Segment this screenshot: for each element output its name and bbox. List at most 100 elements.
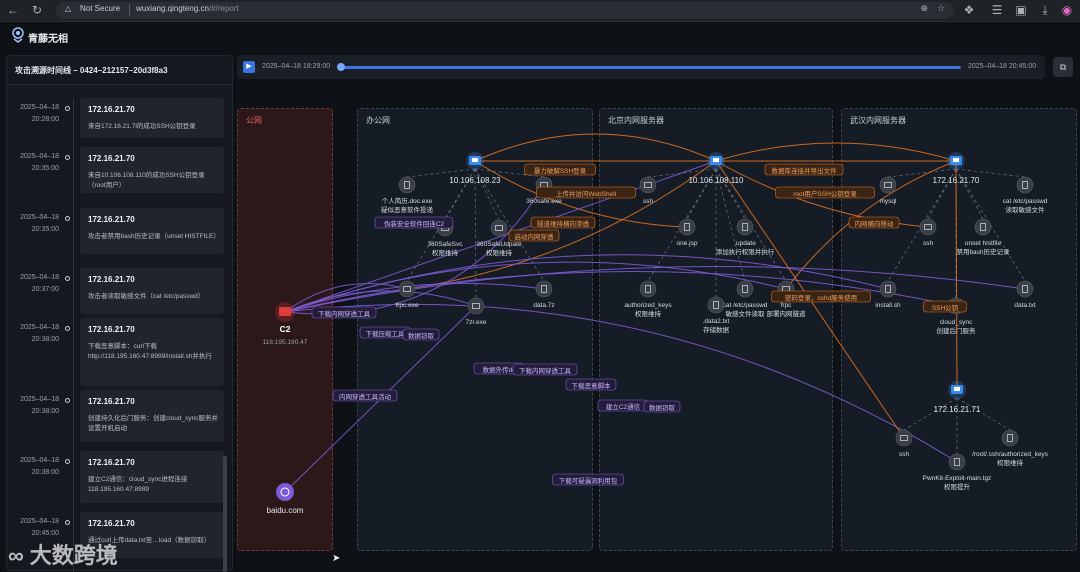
artifact-label: 权限维持 (635, 309, 662, 318)
edge-label: 内网穿透工具活动 (339, 392, 392, 401)
divider (7, 84, 232, 85)
event-desc: 攻击者禁用bash历史记录（unset HISTFILE） (88, 233, 220, 240)
artifact-label: 权限维持 (432, 248, 459, 257)
back-icon[interactable]: ← (6, 3, 20, 17)
artifact-label: .data2.txt (703, 318, 730, 325)
event-time: 20:45:00 (31, 530, 59, 537)
artifact-label: 敏感文件读取 (726, 309, 766, 318)
edge-label: 内网横向移动 (855, 219, 895, 228)
warning-icon[interactable]: △ (65, 4, 71, 13)
event-card[interactable]: 172.16.21.70 攻击者读取敏感文件（cat /etc/passwd） (80, 268, 224, 314)
artifact-label: 权限维持 (486, 248, 513, 257)
timeline-dot (65, 216, 70, 221)
time-slider-track[interactable] (341, 66, 961, 69)
domain-name: baidu.com (267, 506, 304, 515)
event-desc: 下载恶意脚本：curl下载http://118.195.160.47:8999/… (88, 343, 212, 360)
artifact-node: ssh (639, 176, 657, 205)
artifact-label: authorized_keys (624, 302, 672, 309)
bookmark-star-icon[interactable]: ☆ (937, 3, 945, 14)
qingteng-logo-icon (12, 27, 24, 43)
artifact-label: /root/.ssh/authorized_keys (972, 451, 1049, 458)
reload-icon[interactable]: ↻ (30, 3, 44, 17)
file-icon (879, 280, 897, 298)
screen-icon (713, 158, 719, 162)
host-ip: 172.16.21.71 (934, 405, 981, 414)
artifact-label: mysql (880, 198, 898, 205)
artifact-label: 7zr.exe (466, 319, 487, 326)
timeline-axis (73, 98, 74, 572)
artifact-node: 个人简历.doc.exe疑似恶意软件投递 (381, 176, 434, 214)
artifact-label: cloud_sync (940, 319, 973, 326)
timeline-dot (65, 155, 70, 160)
artifact-node: 7zr.exe (466, 297, 487, 326)
artifact-label: frpc.exe (395, 302, 419, 309)
event-date: 2025–04–18 (20, 396, 59, 403)
artifact-label: 疑似恶意软件投递 (381, 205, 434, 214)
event-card[interactable]: 172.16.21.70 来自172.16.21.7l的成功SSH公钥登录 (80, 98, 224, 138)
tab-groups-icon[interactable]: ▣ (1014, 3, 1028, 17)
process-icon (490, 219, 508, 237)
artifact-label: 部署内网隧道 (767, 309, 807, 318)
screen-icon (472, 158, 478, 162)
attack-edge (715, 142, 957, 163)
artifact-label: 添加执行权限并执行 (716, 247, 775, 256)
address-bar[interactable]: △ Not Secure wuxiang.qingteng.cn/#/repor… (56, 2, 954, 19)
attack-graph[interactable]: 公网 办公网 北京内网服务器 武汉内网服务器 10.106.108.23 10.1… (237, 100, 1080, 571)
event-date: 2025–04–18 (20, 274, 59, 281)
artifact-label: PwnKit-Exploit-main.tgz (923, 475, 992, 482)
scrollbar[interactable] (223, 456, 227, 572)
file-icon (535, 280, 553, 298)
extensions-icon[interactable]: ❖ (962, 3, 976, 17)
event-ip: 172.16.21.70 (88, 215, 135, 224)
edge-label: 隧道维持横向渗透 (537, 219, 590, 228)
timeline-start: 2025–04–18 18:29:00 (262, 63, 331, 70)
event-card[interactable]: 172.16.21.70 建立C2通信：cloud_sync进程连接118.195… (80, 451, 224, 503)
edge-label: 建立C2通信 (606, 402, 641, 411)
artifact-label: data.7z (533, 302, 554, 309)
process-icon (895, 429, 913, 447)
event-desc: 来自172.16.21.7l的成功SSH公钥登录 (88, 123, 196, 130)
attack-edge (474, 133, 717, 162)
event-desc: 来自10.106.108.110的成功SSH公钥登录（root用户） (88, 172, 205, 189)
copy-button[interactable]: ⧉ (1053, 57, 1073, 77)
share-icon[interactable]: ⊕ (920, 3, 928, 14)
time-slider-handle[interactable] (337, 63, 345, 71)
event-card[interactable]: 172.16.21.70 创建持久化后门服务：创建cloud_sync服务并设置开… (80, 390, 224, 442)
watermark: ∞ 大数跨境 (8, 538, 118, 570)
event-card[interactable]: 172.16.21.70 来自10.106.108.110的成功SSH公钥登录（r… (80, 147, 224, 193)
reading-list-icon[interactable]: ☰ (990, 3, 1004, 17)
artifact-node: authorized_keys权限维持 (624, 280, 672, 318)
app-name: 青藤无相 (28, 34, 68, 45)
url-path: /#/report (208, 4, 239, 13)
edge-label: 伪装安全软件回连C2 (384, 219, 445, 228)
url-host: wuxiang.qingteng.cn (136, 4, 209, 13)
url-text: wuxiang.qingteng.cn/#/report (136, 4, 239, 13)
host-node: 10.106.108.110 (688, 152, 744, 185)
artifact-label: 创建后门服务 (937, 326, 977, 335)
edge-label: 数据窃取 (408, 331, 435, 340)
artifact-node: cat /etc/passwd读取敏感文件 (1003, 176, 1048, 214)
process-icon (398, 280, 416, 298)
app-header: 青藤无相 (0, 22, 1080, 50)
browser-ai-icon[interactable]: ◉ (1060, 3, 1074, 17)
event-time: 20:38:00 (31, 408, 59, 415)
edge-label: 下载可疑漏洞利用包 (559, 476, 618, 485)
artifact-node: one.jsp (677, 218, 698, 247)
artifact-label: 读取敏感文件 (1006, 205, 1046, 214)
artifact-label: install.sh (875, 302, 901, 309)
downloads-icon[interactable]: ⤓ (1038, 3, 1052, 17)
event-card[interactable]: 172.16.21.70 攻击者禁用bash历史记录（unset HISTFILE… (80, 208, 224, 254)
browser-chrome: ← ↻ △ Not Secure wuxiang.qingteng.cn/#/r… (0, 0, 1080, 22)
event-card[interactable]: 172.16.21.70 下载恶意脚本：curl下载http://118.195.… (80, 318, 224, 386)
artifact-label: 权限维持 (997, 458, 1024, 467)
timeline-dot (65, 459, 70, 464)
host-ip: 10.106.108.110 (688, 176, 744, 185)
event-ip: 172.16.21.70 (88, 325, 135, 334)
c2-name: C2 (280, 324, 291, 334)
play-button[interactable]: ▶ (243, 61, 255, 73)
event-time: 20:38:00 (31, 336, 59, 343)
edge-label: 启动内网穿透 (515, 232, 555, 241)
artifact-label: data.txt (1014, 302, 1036, 309)
artifact-label: 360SafeSvc (427, 241, 463, 248)
event-ip: 172.16.21.70 (88, 397, 135, 406)
